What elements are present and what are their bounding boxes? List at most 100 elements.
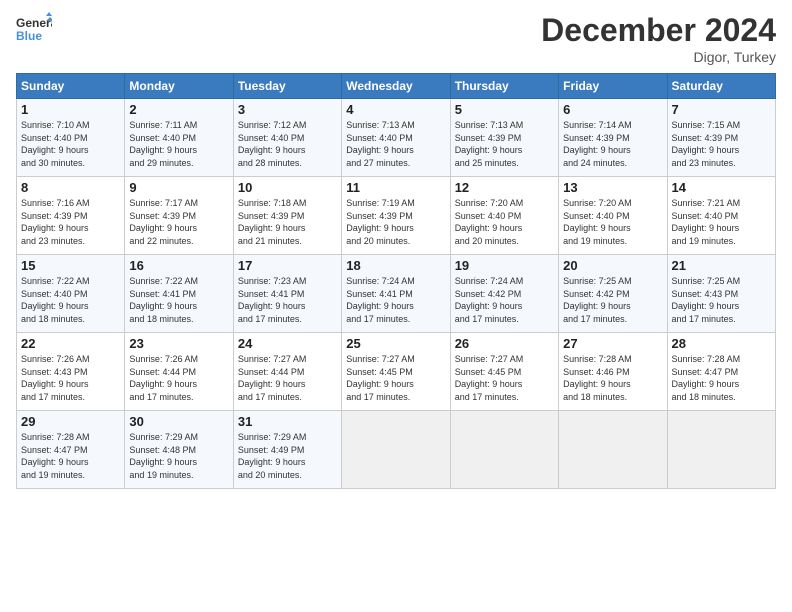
- svg-text:General: General: [16, 16, 52, 30]
- calendar-week-4: 22Sunrise: 7:26 AM Sunset: 4:43 PM Dayli…: [17, 333, 776, 411]
- day-info: Sunrise: 7:12 AM Sunset: 4:40 PM Dayligh…: [238, 119, 337, 169]
- day-info: Sunrise: 7:23 AM Sunset: 4:41 PM Dayligh…: [238, 275, 337, 325]
- day-number: 2: [129, 102, 228, 117]
- day-number: 20: [563, 258, 662, 273]
- table-row: 30 Sunrise: 7:29 AM Sunset: 4:48 PM Dayli…: [125, 411, 233, 489]
- day-info: Sunrise: 7:25 AM Sunset: 4:43 PM Dayligh…: [672, 275, 771, 325]
- col-monday: Monday: [125, 74, 233, 99]
- day-number: 19: [455, 258, 554, 273]
- header-row: Sunday Monday Tuesday Wednesday Thursday…: [17, 74, 776, 99]
- table-row: 16Sunrise: 7:22 AM Sunset: 4:41 PM Dayli…: [125, 255, 233, 333]
- table-row: 31 Sunrise: 7:29 AM Sunset: 4:49 PM Dayli…: [233, 411, 341, 489]
- table-row: 8 Sunrise: 7:16 AM Sunset: 4:39 PM Daylig…: [17, 177, 125, 255]
- day-number: 6: [563, 102, 662, 117]
- day-info: Sunrise: 7:24 AM Sunset: 4:42 PM Dayligh…: [455, 275, 554, 325]
- table-row: 2 Sunrise: 7:11 AM Sunset: 4:40 PM Daylig…: [125, 99, 233, 177]
- day-number: 14: [672, 180, 771, 195]
- day-number: 16: [129, 258, 228, 273]
- day-info: Sunrise: 7:14 AM Sunset: 4:39 PM Dayligh…: [563, 119, 662, 169]
- day-info: Sunrise: 7:27 AM Sunset: 4:45 PM Dayligh…: [455, 353, 554, 403]
- day-info: Sunrise: 7:22 AM Sunset: 4:40 PM Dayligh…: [21, 275, 120, 325]
- col-sunday: Sunday: [17, 74, 125, 99]
- col-thursday: Thursday: [450, 74, 558, 99]
- table-row: [667, 411, 775, 489]
- day-number: 21: [672, 258, 771, 273]
- day-info: Sunrise: 7:11 AM Sunset: 4:40 PM Dayligh…: [129, 119, 228, 169]
- logo: General Blue: [16, 12, 52, 48]
- col-tuesday: Tuesday: [233, 74, 341, 99]
- day-number: 5: [455, 102, 554, 117]
- day-info: Sunrise: 7:20 AM Sunset: 4:40 PM Dayligh…: [455, 197, 554, 247]
- title-block: December 2024 Digor, Turkey: [541, 12, 776, 65]
- table-row: 14 Sunrise: 7:21 AM Sunset: 4:40 PM Dayli…: [667, 177, 775, 255]
- day-info: Sunrise: 7:13 AM Sunset: 4:40 PM Dayligh…: [346, 119, 445, 169]
- day-info: Sunrise: 7:25 AM Sunset: 4:42 PM Dayligh…: [563, 275, 662, 325]
- day-number: 8: [21, 180, 120, 195]
- day-number: 3: [238, 102, 337, 117]
- day-info: Sunrise: 7:21 AM Sunset: 4:40 PM Dayligh…: [672, 197, 771, 247]
- calendar-table: Sunday Monday Tuesday Wednesday Thursday…: [16, 73, 776, 489]
- page-container: General Blue December 2024 Digor, Turkey…: [0, 0, 792, 497]
- day-number: 24: [238, 336, 337, 351]
- table-row: 5 Sunrise: 7:13 AM Sunset: 4:39 PM Daylig…: [450, 99, 558, 177]
- table-row: 18Sunrise: 7:24 AM Sunset: 4:41 PM Dayli…: [342, 255, 450, 333]
- calendar-week-3: 15Sunrise: 7:22 AM Sunset: 4:40 PM Dayli…: [17, 255, 776, 333]
- table-row: 21 Sunrise: 7:25 AM Sunset: 4:43 PM Dayli…: [667, 255, 775, 333]
- col-friday: Friday: [559, 74, 667, 99]
- day-info: Sunrise: 7:26 AM Sunset: 4:43 PM Dayligh…: [21, 353, 120, 403]
- table-row: 27 Sunrise: 7:28 AM Sunset: 4:46 PM Dayli…: [559, 333, 667, 411]
- day-info: Sunrise: 7:28 AM Sunset: 4:46 PM Dayligh…: [563, 353, 662, 403]
- svg-text:Blue: Blue: [16, 29, 42, 43]
- table-row: 7 Sunrise: 7:15 AM Sunset: 4:39 PM Daylig…: [667, 99, 775, 177]
- page-header: General Blue December 2024 Digor, Turkey: [16, 12, 776, 65]
- table-row: [450, 411, 558, 489]
- table-row: 3 Sunrise: 7:12 AM Sunset: 4:40 PM Daylig…: [233, 99, 341, 177]
- day-info: Sunrise: 7:16 AM Sunset: 4:39 PM Dayligh…: [21, 197, 120, 247]
- table-row: 22Sunrise: 7:26 AM Sunset: 4:43 PM Dayli…: [17, 333, 125, 411]
- table-row: 23 Sunrise: 7:26 AM Sunset: 4:44 PM Dayli…: [125, 333, 233, 411]
- day-info: Sunrise: 7:27 AM Sunset: 4:44 PM Dayligh…: [238, 353, 337, 403]
- day-info: Sunrise: 7:28 AM Sunset: 4:47 PM Dayligh…: [672, 353, 771, 403]
- day-info: Sunrise: 7:13 AM Sunset: 4:39 PM Dayligh…: [455, 119, 554, 169]
- day-info: Sunrise: 7:28 AM Sunset: 4:47 PM Dayligh…: [21, 431, 120, 481]
- day-info: Sunrise: 7:24 AM Sunset: 4:41 PM Dayligh…: [346, 275, 445, 325]
- table-row: 24 Sunrise: 7:27 AM Sunset: 4:44 PM Dayli…: [233, 333, 341, 411]
- day-number: 13: [563, 180, 662, 195]
- day-number: 27: [563, 336, 662, 351]
- day-info: Sunrise: 7:15 AM Sunset: 4:39 PM Dayligh…: [672, 119, 771, 169]
- day-info: Sunrise: 7:20 AM Sunset: 4:40 PM Dayligh…: [563, 197, 662, 247]
- calendar-week-5: 29 Sunrise: 7:28 AM Sunset: 4:47 PM Dayli…: [17, 411, 776, 489]
- table-row: 10 Sunrise: 7:18 AM Sunset: 4:39 PM Dayli…: [233, 177, 341, 255]
- day-info: Sunrise: 7:27 AM Sunset: 4:45 PM Dayligh…: [346, 353, 445, 403]
- day-info: Sunrise: 7:29 AM Sunset: 4:48 PM Dayligh…: [129, 431, 228, 481]
- table-row: 15Sunrise: 7:22 AM Sunset: 4:40 PM Dayli…: [17, 255, 125, 333]
- day-number: 25: [346, 336, 445, 351]
- table-row: 19 Sunrise: 7:24 AM Sunset: 4:42 PM Dayli…: [450, 255, 558, 333]
- day-number: 4: [346, 102, 445, 117]
- logo-graphic: General Blue: [16, 12, 52, 48]
- day-number: 17: [238, 258, 337, 273]
- day-info: Sunrise: 7:18 AM Sunset: 4:39 PM Dayligh…: [238, 197, 337, 247]
- day-number: 12: [455, 180, 554, 195]
- day-number: 29: [21, 414, 120, 429]
- day-info: Sunrise: 7:29 AM Sunset: 4:49 PM Dayligh…: [238, 431, 337, 481]
- table-row: 17 Sunrise: 7:23 AM Sunset: 4:41 PM Dayli…: [233, 255, 341, 333]
- table-row: 1 Sunrise: 7:10 AM Sunset: 4:40 PM Daylig…: [17, 99, 125, 177]
- day-number: 30: [129, 414, 228, 429]
- day-number: 7: [672, 102, 771, 117]
- month-title: December 2024: [541, 12, 776, 49]
- table-row: 6 Sunrise: 7:14 AM Sunset: 4:39 PM Daylig…: [559, 99, 667, 177]
- col-wednesday: Wednesday: [342, 74, 450, 99]
- day-info: Sunrise: 7:10 AM Sunset: 4:40 PM Dayligh…: [21, 119, 120, 169]
- day-number: 31: [238, 414, 337, 429]
- table-row: 26Sunrise: 7:27 AM Sunset: 4:45 PM Dayli…: [450, 333, 558, 411]
- day-info: Sunrise: 7:26 AM Sunset: 4:44 PM Dayligh…: [129, 353, 228, 403]
- calendar-week-2: 8 Sunrise: 7:16 AM Sunset: 4:39 PM Daylig…: [17, 177, 776, 255]
- day-info: Sunrise: 7:17 AM Sunset: 4:39 PM Dayligh…: [129, 197, 228, 247]
- day-number: 1: [21, 102, 120, 117]
- calendar-week-1: 1 Sunrise: 7:10 AM Sunset: 4:40 PM Daylig…: [17, 99, 776, 177]
- table-row: 13 Sunrise: 7:20 AM Sunset: 4:40 PM Dayli…: [559, 177, 667, 255]
- day-number: 10: [238, 180, 337, 195]
- day-number: 11: [346, 180, 445, 195]
- day-number: 23: [129, 336, 228, 351]
